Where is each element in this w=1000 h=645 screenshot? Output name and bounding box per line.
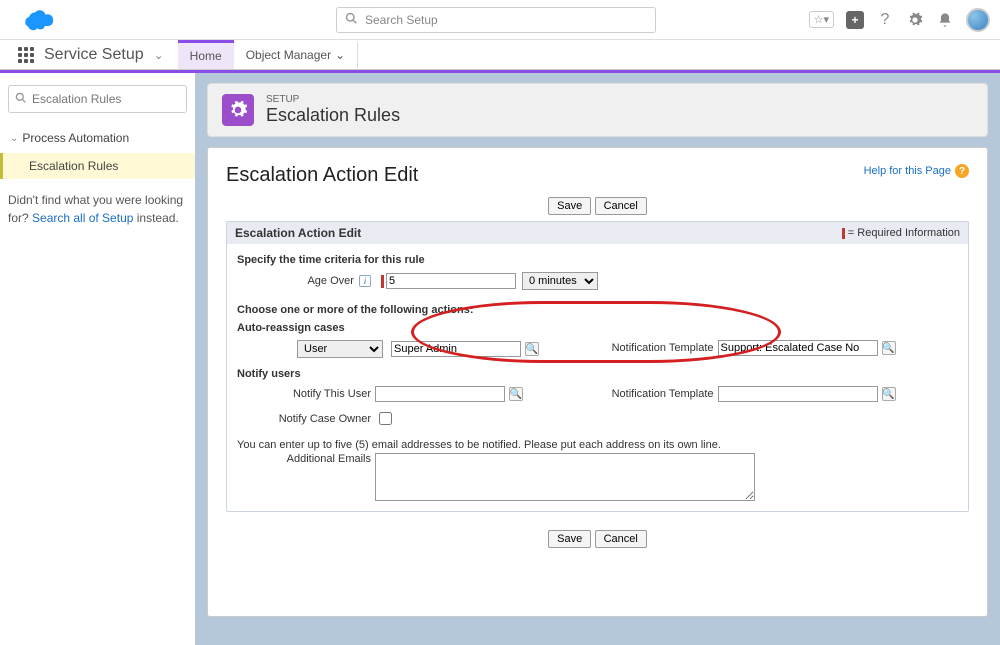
notify-case-owner-checkbox[interactable] <box>379 412 392 425</box>
additional-emails-label: Additional Emails <box>237 453 375 465</box>
lookup-icon[interactable]: 🔍 <box>525 342 539 356</box>
global-search-placeholder: Search Setup <box>365 13 438 27</box>
chevron-down-icon: ⌄ <box>335 48 345 62</box>
app-name: Service Setup <box>44 46 144 64</box>
notify-users-label: Notify users <box>237 368 958 380</box>
choose-actions-label: Choose one or more of the following acti… <box>237 304 958 316</box>
tab-object-manager[interactable]: Object Manager ⌄ <box>234 42 358 68</box>
save-button[interactable]: Save <box>548 197 591 215</box>
section-header: Escalation Action Edit = Required Inform… <box>227 222 968 244</box>
notify-user-input[interactable] <box>375 386 505 402</box>
help-icon[interactable]: ? <box>876 11 894 29</box>
cancel-button[interactable]: Cancel <box>595 197 647 215</box>
global-search[interactable]: Search Setup <box>336 7 656 33</box>
chevron-down-icon: ⌄ <box>10 133 18 144</box>
age-over-input[interactable] <box>386 273 516 289</box>
page-eyebrow: SETUP <box>266 94 400 105</box>
cancel-button[interactable]: Cancel <box>595 530 647 548</box>
auto-reassign-label: Auto-reassign cases <box>237 322 958 334</box>
global-header: Search Setup ☆▾ + ? <box>0 0 1000 40</box>
notif-template-label-2: Notification Template <box>598 388 718 400</box>
tab-home[interactable]: Home <box>178 40 234 69</box>
help-icon: ? <box>955 164 969 178</box>
notif-template-input[interactable] <box>718 340 878 356</box>
content-panel: Escalation Action Edit Help for this Pag… <box>207 147 988 617</box>
sidebar-search-text: Escalation Rules <box>32 92 121 106</box>
help-for-page-link[interactable]: Help for this Page ? <box>864 164 969 178</box>
app-nav: Service Setup ⌄ Home Object Manager ⌄ <box>0 40 1000 70</box>
notify-case-owner-label: Notify Case Owner <box>237 413 375 425</box>
reassign-type-select[interactable]: User <box>297 340 383 358</box>
reassign-user-input[interactable] <box>391 341 521 357</box>
lookup-icon[interactable]: 🔍 <box>882 341 896 355</box>
setup-sidebar: Escalation Rules ⌄ Process Automation Es… <box>0 73 195 645</box>
create-button[interactable]: + <box>846 11 864 29</box>
search-icon <box>345 12 357 27</box>
panel-title: Escalation Action Edit <box>226 164 418 187</box>
emails-note: You can enter up to five (5) email addre… <box>237 439 958 451</box>
sidebar-search[interactable]: Escalation Rules <box>8 85 187 113</box>
age-over-label: Age Over i <box>237 275 375 287</box>
minutes-select[interactable]: 0 minutes <box>522 272 598 290</box>
top-button-row: Save Cancel <box>226 197 969 215</box>
app-menu-caret[interactable]: ⌄ <box>154 48 164 62</box>
notifications-icon[interactable] <box>936 11 954 29</box>
app-launcher-icon[interactable] <box>18 47 34 63</box>
sidebar-item-escalation-rules[interactable]: Escalation Rules <box>0 153 195 179</box>
time-criteria-label: Specify the time criteria for this rule <box>237 254 958 266</box>
lookup-icon[interactable]: 🔍 <box>882 387 896 401</box>
user-avatar[interactable] <box>966 8 990 32</box>
header-actions: ☆▾ + ? <box>809 8 990 32</box>
age-over-row: Age Over i 0 minutes <box>237 272 958 290</box>
lookup-icon[interactable]: 🔍 <box>509 387 523 401</box>
favorites-button[interactable]: ☆▾ <box>809 11 834 28</box>
page-title: Escalation Rules <box>266 105 400 126</box>
sidebar-section-process-automation[interactable]: ⌄ Process Automation <box>8 127 187 149</box>
edit-section: Escalation Action Edit = Required Inform… <box>226 221 969 512</box>
notif-template-label: Notification Template <box>598 342 718 354</box>
sidebar-help-text: Didn't find what you were looking for? S… <box>8 191 187 227</box>
salesforce-logo[interactable] <box>20 8 56 32</box>
additional-emails-textarea[interactable] <box>375 453 755 501</box>
notif-template-input-2[interactable] <box>718 386 878 402</box>
info-icon[interactable]: i <box>359 275 371 287</box>
bottom-button-row: Save Cancel <box>226 530 969 548</box>
required-indicator: = Required Information <box>842 227 960 239</box>
notify-this-user-label: Notify This User <box>237 388 375 400</box>
page-header: SETUP Escalation Rules <box>207 83 988 137</box>
required-mark <box>381 275 384 288</box>
save-button[interactable]: Save <box>548 530 591 548</box>
setup-gear-icon[interactable] <box>906 11 924 29</box>
gear-icon <box>222 94 254 126</box>
search-all-setup-link[interactable]: Search all of Setup <box>32 211 133 225</box>
main-area: SETUP Escalation Rules Escalation Action… <box>195 73 1000 645</box>
search-icon <box>15 92 26 106</box>
